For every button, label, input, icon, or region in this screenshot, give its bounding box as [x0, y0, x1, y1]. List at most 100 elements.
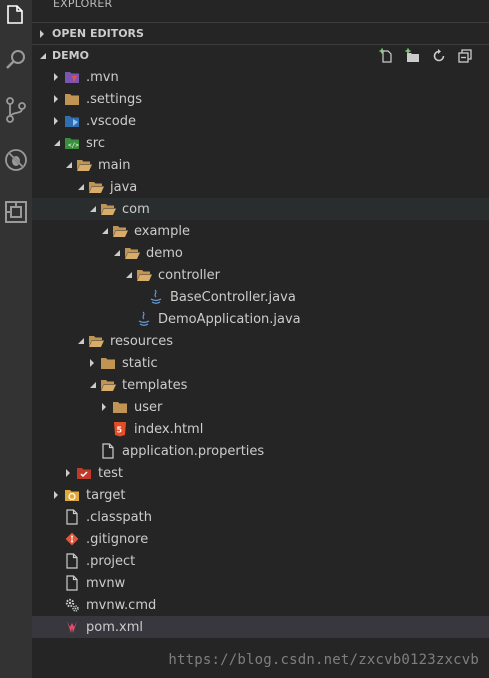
file-icon	[64, 553, 80, 569]
tree-item-label: .settings	[86, 91, 142, 107]
chevron-right-icon[interactable]	[86, 352, 98, 374]
file-tree: .mvn .settings .vscode </> src main java com exa…	[32, 66, 489, 638]
tree-item[interactable]: com	[32, 198, 489, 220]
tree-item-label: .classpath	[86, 509, 152, 525]
tree-item-label: .gitignore	[86, 531, 149, 547]
tree-item[interactable]: mvnw	[32, 572, 489, 594]
tree-item[interactable]: mvnw.cmd	[32, 594, 489, 616]
svg-text:5: 5	[117, 426, 123, 435]
tree-item[interactable]: target	[32, 484, 489, 506]
tree-item[interactable]: .project	[32, 550, 489, 572]
tree-item-label: example	[134, 223, 190, 239]
chevron-down-icon[interactable]	[74, 176, 86, 198]
chevron-right-icon[interactable]	[62, 462, 74, 484]
tree-item[interactable]: example	[32, 220, 489, 242]
tree-item[interactable]: .vscode	[32, 110, 489, 132]
new-folder-icon[interactable]	[405, 48, 421, 64]
chevron-right-icon[interactable]	[50, 66, 62, 88]
folder-open-icon	[88, 179, 104, 195]
folder-icon	[64, 91, 80, 107]
new-file-icon[interactable]	[379, 48, 395, 64]
explorer-sidebar: EXPLORER OPEN EDITORS DEMO .mvn.setting	[32, 0, 489, 678]
search-icon[interactable]	[0, 44, 32, 76]
chevron-down-icon[interactable]	[50, 132, 62, 154]
folder-open-icon	[112, 223, 128, 239]
tree-item-label: java	[110, 179, 138, 195]
chevron-down-icon[interactable]	[110, 242, 122, 264]
chevron-right-icon[interactable]	[50, 88, 62, 110]
folder-src-icon: </>	[64, 135, 80, 151]
folder-open-icon	[100, 377, 116, 393]
tree-item[interactable]: </> src	[32, 132, 489, 154]
java-file-icon	[136, 311, 152, 327]
collapse-all-icon[interactable]	[457, 48, 473, 64]
tree-item[interactable]: application.properties	[32, 440, 489, 462]
folder-icon	[100, 355, 116, 371]
tree-item-label: .project	[86, 553, 136, 569]
chevron-down-icon[interactable]	[62, 154, 74, 176]
refresh-icon[interactable]	[431, 48, 447, 64]
chevron-right-icon[interactable]	[50, 484, 62, 506]
tree-item[interactable]: main	[32, 154, 489, 176]
tree-item[interactable]: .classpath	[32, 506, 489, 528]
tree-item[interactable]: .settings	[32, 88, 489, 110]
tree-item[interactable]: .gitignore	[32, 528, 489, 550]
explorer-files-icon[interactable]	[0, 0, 32, 32]
tree-item[interactable]: demo	[32, 242, 489, 264]
chevron-down-icon[interactable]	[86, 198, 98, 220]
watermark: https://blog.csdn.net/zxcvb0123zxcvb	[168, 652, 479, 668]
folder-vscode-icon	[64, 113, 80, 129]
tree-item[interactable]: DemoApplication.java	[32, 308, 489, 330]
gears-file-icon	[64, 597, 80, 613]
tree-item[interactable]: .mvn	[32, 66, 489, 88]
project-section-header[interactable]: DEMO	[32, 44, 489, 66]
tree-item-label: src	[86, 135, 105, 151]
tree-item[interactable]: java	[32, 176, 489, 198]
tree-item-label: com	[122, 201, 150, 217]
tree-item[interactable]: test	[32, 462, 489, 484]
tree-item-label: demo	[146, 245, 183, 261]
folder-open-icon	[76, 157, 92, 173]
source-control-icon[interactable]	[0, 94, 32, 126]
tree-item-label: application.properties	[122, 443, 265, 459]
tree-item[interactable]: resources	[32, 330, 489, 352]
tree-item-label: static	[122, 355, 158, 371]
tree-item-label: BaseController.java	[170, 289, 296, 305]
open-editors-header[interactable]: OPEN EDITORS	[32, 22, 489, 44]
folder-open-icon	[136, 267, 152, 283]
chevron-down-icon[interactable]	[122, 264, 134, 286]
tree-item[interactable]: templates	[32, 374, 489, 396]
chevron-down-icon[interactable]	[86, 374, 98, 396]
chevron-right-icon[interactable]	[50, 110, 62, 132]
folder-open-icon	[88, 333, 104, 349]
chevron-right-icon[interactable]	[98, 396, 110, 418]
svg-text:</>: </>	[68, 142, 79, 149]
tree-item[interactable]: pom.xml	[32, 616, 489, 638]
maven-file-icon	[64, 619, 80, 635]
tree-item[interactable]: controller	[32, 264, 489, 286]
tree-item[interactable]: static	[32, 352, 489, 374]
tree-item-label: target	[86, 487, 126, 503]
chevron-down-icon[interactable]	[74, 330, 86, 352]
extensions-icon[interactable]	[0, 196, 32, 228]
tree-item[interactable]: 5 index.html	[32, 418, 489, 440]
tree-item[interactable]: BaseController.java	[32, 286, 489, 308]
chevron-down-icon[interactable]	[98, 220, 110, 242]
file-icon	[64, 575, 80, 591]
tree-item-label: pom.xml	[86, 619, 143, 635]
tree-item[interactable]: user	[32, 396, 489, 418]
chevron-down-icon	[38, 52, 48, 60]
tree-item-label: index.html	[134, 421, 204, 437]
chevron-right-icon	[38, 29, 48, 38]
tree-item-label: main	[98, 157, 131, 173]
tree-item-label: DemoApplication.java	[158, 311, 301, 327]
tree-item-label: .vscode	[86, 113, 136, 129]
debug-icon[interactable]	[0, 144, 32, 176]
java-file-icon	[148, 289, 164, 305]
tree-item-label: user	[134, 399, 163, 415]
tree-item-label: templates	[122, 377, 188, 393]
html5-file-icon: 5	[112, 421, 128, 437]
